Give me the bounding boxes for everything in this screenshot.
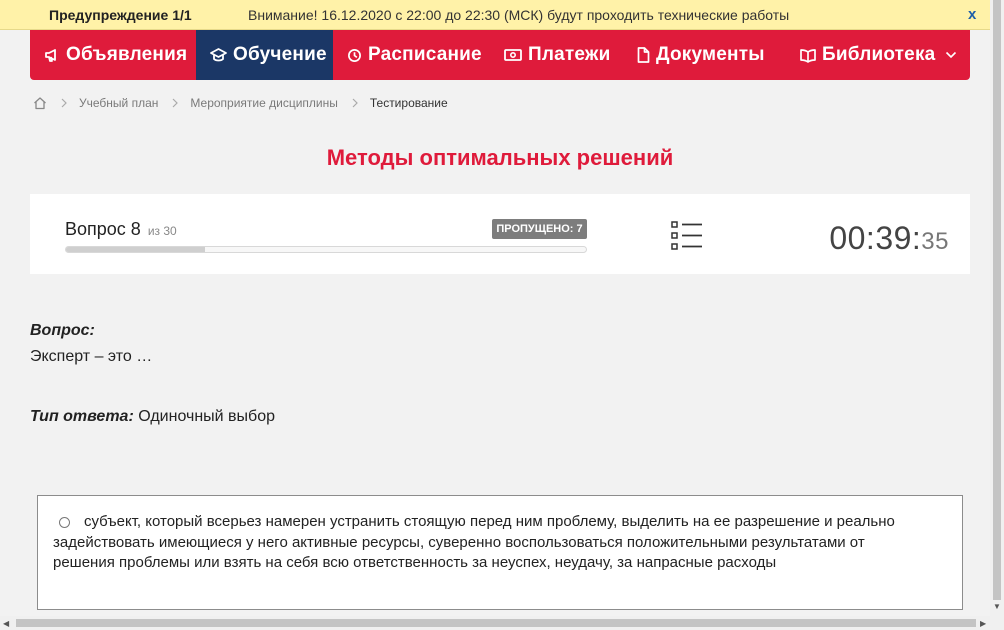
nav-item-announcements[interactable]: Объявления — [30, 30, 196, 80]
money-icon — [504, 48, 522, 62]
book-icon — [800, 48, 816, 63]
nav-item-schedule[interactable]: Расписание — [333, 30, 490, 80]
warning-close-button[interactable]: x — [968, 6, 976, 23]
timer-main: 00:39: — [829, 220, 922, 256]
nav-item-learning[interactable]: Обучение — [196, 30, 333, 80]
nav-item-label: Библиотека — [822, 44, 936, 65]
page-title: Методы оптимальных решений — [326, 145, 674, 170]
question-total: из 30 — [147, 224, 177, 238]
nav-item-label: Документы — [656, 44, 765, 65]
list-icon — [671, 221, 702, 250]
warning-title: Предупреждение 1/1 — [49, 7, 192, 23]
vertical-scrollbar[interactable]: ▼ — [990, 0, 1004, 616]
breadcrumb-link[interactable]: Мероприятие дисциплины — [190, 96, 337, 110]
question-list-button[interactable] — [670, 220, 704, 252]
vertical-scrollbar-thumb[interactable] — [993, 0, 1001, 600]
countdown-timer: 00:39:35 — [829, 220, 949, 257]
answer-type-value: Одиночный выбор — [138, 408, 275, 425]
nav-item-label: Объявления — [66, 44, 188, 65]
answer-option[interactable]: субъект, который всерьез намерен устрани… — [37, 495, 963, 610]
scroll-down-arrow-icon[interactable]: ▼ — [993, 602, 1001, 611]
home-icon[interactable] — [33, 96, 47, 110]
chevron-right-icon — [352, 98, 358, 108]
question-number: Вопрос 8 — [65, 219, 141, 239]
scroll-left-arrow-icon[interactable]: ◀ — [3, 619, 9, 628]
question-header-card: Вопрос 8 из 30 ПРОПУЩЕНО: 7 00:39:35 — [30, 194, 970, 274]
answer-type: Тип ответа: Одиночный выбор — [30, 408, 275, 426]
nav-item-label: Платежи — [528, 44, 611, 65]
question-label: Вопрос: — [30, 322, 95, 339]
clock-icon — [347, 48, 362, 63]
nav-item-library[interactable]: Библиотека — [772, 30, 970, 80]
megaphone-icon — [44, 47, 60, 63]
nav-item-documents[interactable]: Документы — [623, 30, 772, 80]
progress-fill — [66, 247, 205, 252]
chevron-right-icon — [61, 98, 67, 108]
answer-text: субъект, который всерьез намерен устрани… — [53, 513, 895, 571]
graduation-cap-icon — [210, 47, 227, 63]
breadcrumb-link[interactable]: Учебный план — [79, 96, 158, 110]
breadcrumb-current: Тестирование — [369, 96, 448, 110]
question-progress-bar — [65, 246, 587, 253]
scroll-right-arrow-icon[interactable]: ▶ — [980, 619, 986, 628]
warning-bar: Предупреждение 1/1 Внимание! 16.12.2020 … — [0, 0, 990, 30]
question-counter: Вопрос 8 из 30 — [65, 219, 177, 240]
skipped-badge: ПРОПУЩЕНО: 7 — [492, 219, 587, 239]
horizontal-scrollbar[interactable]: ◀ ▶ — [0, 616, 1004, 630]
main-nav: Объявления Обучение Расписание Платежи Д… — [30, 30, 970, 80]
chevron-down-icon — [945, 51, 957, 59]
nav-item-label: Расписание — [368, 44, 482, 65]
nav-item-label: Обучение — [233, 44, 327, 65]
horizontal-scrollbar-thumb[interactable] — [16, 619, 976, 627]
warning-text: Внимание! 16.12.2020 с 22:00 до 22:30 (М… — [248, 7, 790, 23]
nav-item-payments[interactable]: Платежи — [490, 30, 623, 80]
chevron-right-icon — [172, 98, 179, 108]
timer-seconds: 35 — [921, 228, 949, 255]
breadcrumb: Учебный план Мероприятие дисциплины Тест… — [33, 93, 448, 113]
question-text: Эксперт – это … — [30, 348, 153, 365]
answer-type-label: Тип ответа: — [30, 408, 134, 425]
document-icon — [637, 47, 650, 63]
